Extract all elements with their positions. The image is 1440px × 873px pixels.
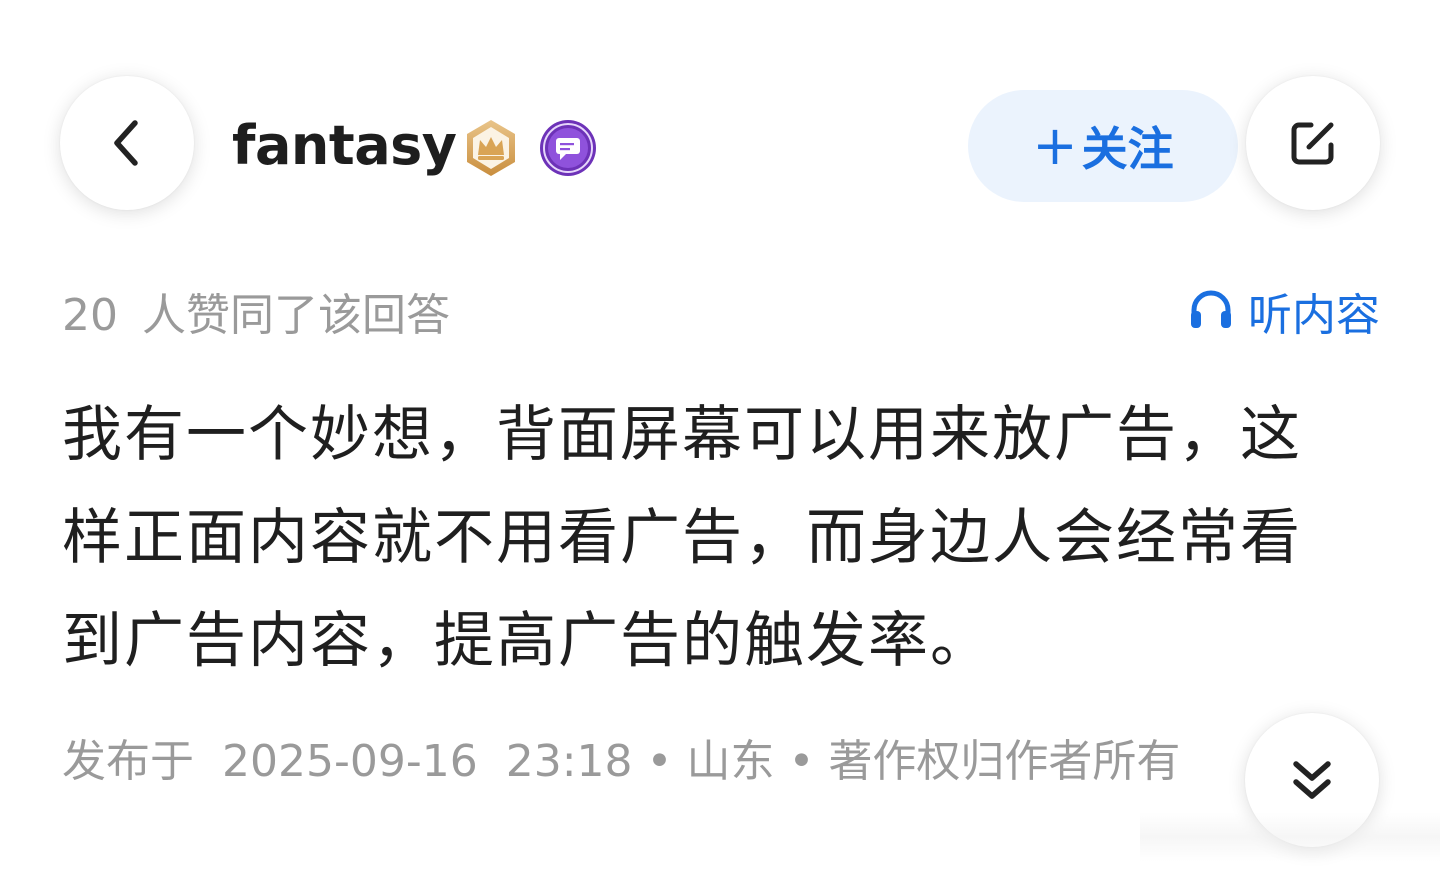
follow-button[interactable]: + 关注 (968, 90, 1238, 202)
headphones-icon (1188, 286, 1248, 346)
agree-count: 20 (62, 290, 118, 341)
copyright-notice: 著作权归作者所有 (828, 736, 1181, 787)
edit-icon (1287, 117, 1339, 169)
publish-time: 23:18 (505, 736, 633, 787)
publish-location: 山东 (686, 736, 775, 787)
published-prefix: 发布于 (62, 736, 194, 787)
publish-meta: 发布于 2025-09-16 23:18 • 山东 • 著作权归作者所有 (62, 732, 1180, 792)
author-name[interactable]: fantasy (232, 108, 457, 184)
follow-label: 关注 (1081, 122, 1174, 176)
edit-button[interactable] (1246, 76, 1380, 210)
answer-text: 我有一个妙想，背面屏幕可以用来放广告，这样正面内容就不用看广告，而身边人会经常看… (62, 400, 1302, 676)
back-button[interactable] (60, 76, 194, 210)
publish-date: 2025-09-16 (222, 736, 478, 787)
listen-label: 听内容 (1248, 290, 1380, 341)
watermark-strip (1140, 812, 1440, 862)
agree-text: 人赞同了该回答 (142, 290, 450, 341)
separator-dot: • (646, 736, 673, 787)
chat-badge-icon (537, 117, 599, 179)
chevron-left-icon (107, 117, 147, 169)
agree-count-line: 20 人赞同了该回答 (62, 286, 450, 346)
listen-button[interactable]: 听内容 (1188, 286, 1380, 346)
separator-dot: • (788, 736, 815, 787)
plus-icon: + (1032, 114, 1078, 177)
crown-badge-icon (460, 117, 522, 179)
double-chevron-down-icon (1290, 756, 1334, 804)
